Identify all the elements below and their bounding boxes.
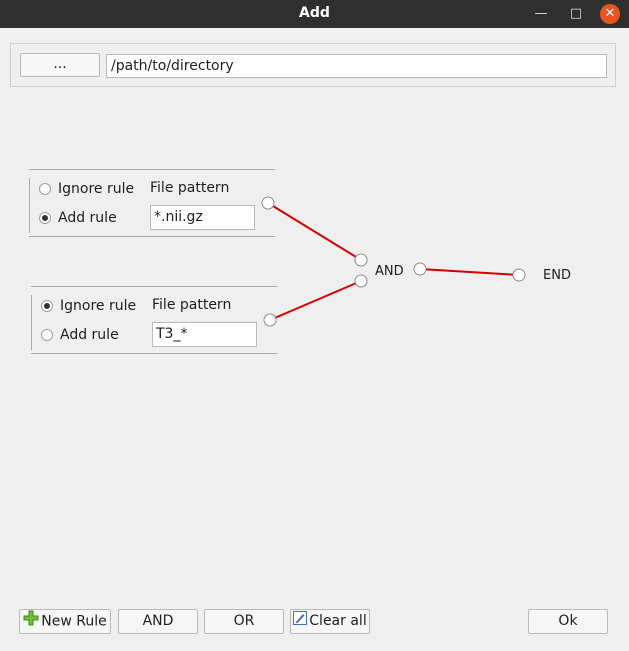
edit-clear-icon (293, 610, 308, 632)
and-output-port[interactable] (413, 262, 427, 276)
wire (419, 268, 520, 276)
new-rule-label: New Rule (41, 613, 107, 630)
ok-button[interactable]: Ok (528, 609, 608, 634)
clear-all-button[interactable]: Clear all (290, 609, 370, 634)
and-input-port-2[interactable] (354, 274, 368, 288)
end-node-label: END (543, 268, 571, 283)
new-rule-button[interactable]: New Rule (19, 609, 111, 634)
and-node-label: AND (375, 264, 404, 279)
wire (267, 202, 362, 261)
wire (269, 280, 362, 321)
green-plus-icon (23, 610, 39, 633)
rule-2-output-port[interactable] (263, 313, 277, 327)
rule-graph (261, 196, 526, 327)
or-button[interactable]: OR (204, 609, 284, 634)
clear-all-label: Clear all (309, 613, 367, 629)
and-button[interactable]: AND (118, 609, 198, 634)
and-input-port-1[interactable] (354, 253, 368, 267)
rule-1-output-port[interactable] (261, 196, 275, 210)
end-input-port[interactable] (512, 268, 526, 282)
